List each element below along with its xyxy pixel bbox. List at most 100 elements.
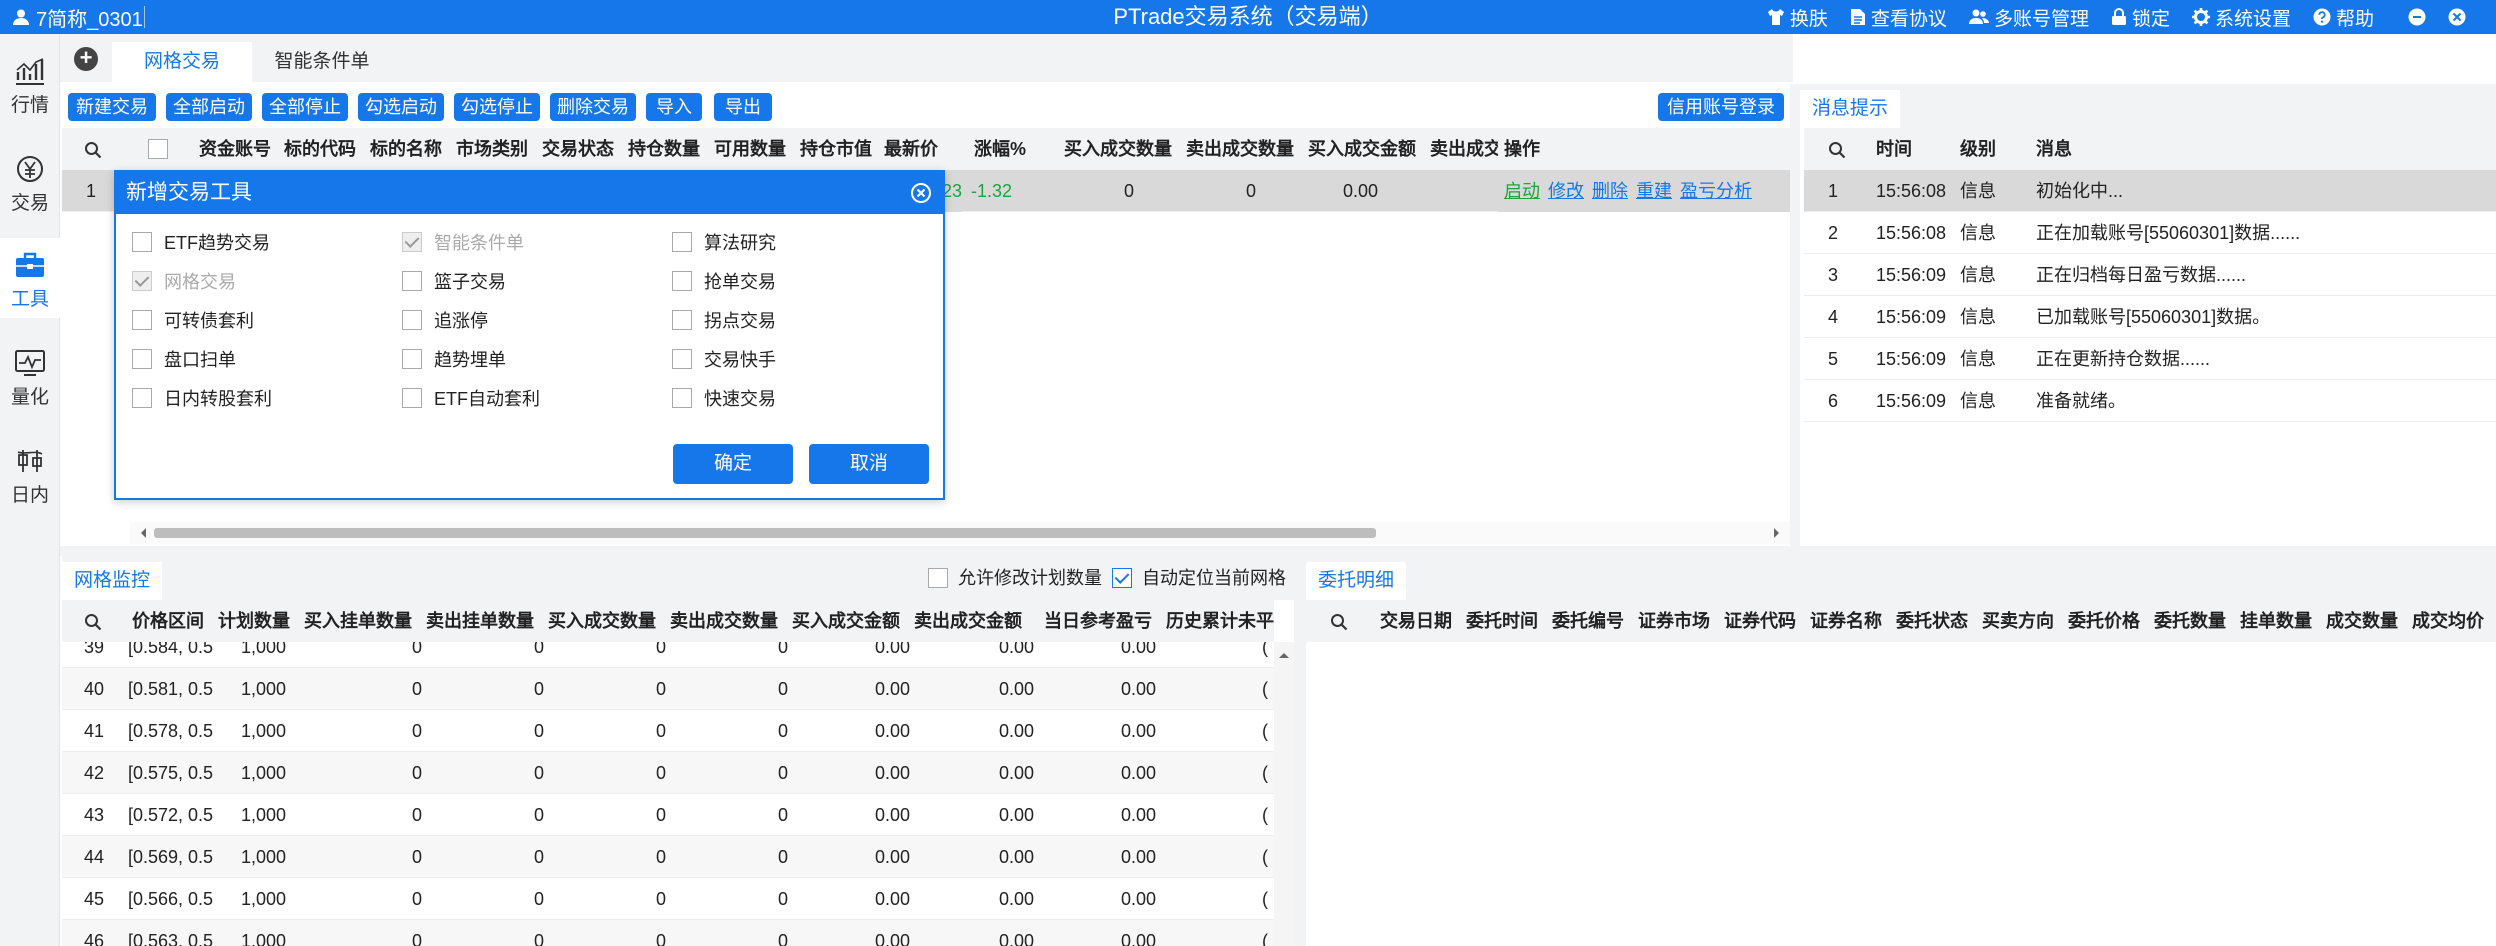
search-icon[interactable]	[1330, 613, 1348, 631]
stop-checked-button[interactable]: 勾选停止	[454, 93, 540, 121]
search-icon[interactable]	[1828, 141, 1846, 159]
tool-option[interactable]: 拐点交易	[672, 308, 776, 332]
grid-cell-sa: 0.00	[998, 642, 1034, 657]
tab-grid-monitor[interactable]: 网格监控	[62, 562, 163, 600]
grid-row[interactable]: 44 [0.569, 0.5 1,000 0 0 0 0 0.00 0.00 0.00(	[62, 836, 1274, 878]
scrollbar-thumb[interactable]	[154, 528, 1376, 538]
toolbox-icon	[16, 252, 44, 277]
message-row[interactable]: 4 15:56:09 信息 已加载账号[55060301]数据。	[1804, 296, 2496, 338]
menu-skin[interactable]: 换肤	[1767, 4, 1828, 31]
tool-option[interactable]: 智能条件单	[402, 230, 524, 254]
option-checkbox[interactable]	[402, 232, 422, 252]
option-checkbox[interactable]	[132, 271, 152, 291]
message-row[interactable]: 3 15:56:09 信息 正在归档每日盈亏数据......	[1804, 254, 2496, 296]
panel-divider	[1294, 556, 1306, 946]
minimize-button[interactable]	[2408, 8, 2426, 26]
tool-option[interactable]: 日内转股套利	[132, 386, 272, 410]
menu-multi-account[interactable]: 多账号管理	[1968, 4, 2089, 31]
tool-option[interactable]: 快速交易	[672, 386, 776, 410]
option-checkbox[interactable]	[672, 271, 692, 291]
sidebar-item-intraday[interactable]: 日内	[0, 434, 60, 514]
tool-option[interactable]: 算法研究	[672, 230, 776, 254]
start-all-button[interactable]: 全部启动	[166, 93, 252, 121]
tab-grid-trading[interactable]: 网格交易	[112, 42, 252, 82]
grid-row[interactable]: 40 [0.581, 0.5 1,000 0 0 0 0 0.00 0.00 0.00(	[62, 668, 1274, 710]
close-window-button[interactable]	[2448, 8, 2466, 26]
sidebar-item-trade[interactable]: 交易	[0, 142, 60, 222]
menu-lock[interactable]: 锁定	[2111, 4, 2170, 31]
message-row[interactable]: 5 15:56:09 信息 正在更新持仓数据......	[1804, 338, 2496, 380]
horizontal-scrollbar[interactable]	[130, 522, 1790, 544]
confirm-button[interactable]: 确定	[673, 444, 793, 484]
select-all-checkbox[interactable]	[148, 139, 168, 159]
grid-row[interactable]: 42 [0.575, 0.5 1,000 0 0 0 0 0.00 0.00 0.00(	[62, 752, 1274, 794]
option-checkbox[interactable]	[672, 349, 692, 369]
option-checkbox[interactable]	[132, 232, 152, 252]
tool-option[interactable]: 追涨停	[402, 308, 488, 332]
option-checkbox[interactable]	[672, 388, 692, 408]
cancel-button[interactable]: 取消	[809, 444, 929, 484]
tab-messages[interactable]: 消息提示	[1800, 90, 1901, 128]
option-checkbox[interactable]	[132, 310, 152, 330]
tool-option[interactable]: ETF趋势交易	[132, 230, 270, 254]
import-button[interactable]: 导入	[646, 93, 702, 121]
option-checkbox[interactable]	[402, 388, 422, 408]
option-checkbox[interactable]	[132, 388, 152, 408]
stop-all-button[interactable]: 全部停止	[262, 93, 348, 121]
vertical-scrollbar[interactable]	[1274, 642, 1294, 946]
menu-agreement[interactable]: 查看协议	[1850, 4, 1947, 31]
tab-order-details[interactable]: 委托明细	[1306, 562, 1407, 600]
search-icon[interactable]	[84, 141, 102, 159]
grid-row[interactable]: 46 [0.563, 0.5 1,000 0 0 0 0 0.00 0.00 0.00(	[62, 920, 1274, 946]
option-checkbox[interactable]	[132, 349, 152, 369]
grid-row[interactable]: 45 [0.566, 0.5 1,000 0 0 0 0 0.00 0.00 0.00(	[62, 878, 1274, 920]
allow-modify-checkbox[interactable]	[928, 568, 948, 588]
change-cell: -1.32	[970, 181, 1012, 201]
scroll-right-arrow-icon[interactable]	[1774, 528, 1784, 538]
scroll-left-arrow-icon[interactable]	[136, 528, 146, 538]
grid-row[interactable]: 39 [0.584, 0.5 1,000 0 0 0 0 0.00 0.00 0.00(	[62, 642, 1274, 668]
add-tab-button[interactable]: +	[74, 47, 98, 71]
modify-link[interactable]: 修改	[1548, 170, 1584, 212]
menu-help[interactable]: 帮助	[2313, 4, 2374, 31]
tool-option[interactable]: 篮子交易	[402, 269, 506, 293]
grid-row[interactable]: 41 [0.578, 0.5 1,000 0 0 0 0 0.00 0.00 0.00(	[62, 710, 1274, 752]
delete-link[interactable]: 删除	[1592, 170, 1628, 212]
message-row[interactable]: 2 15:56:08 信息 正在加载账号[55060301]数据......	[1804, 212, 2496, 254]
pnl-analysis-link[interactable]: 盈亏分析	[1680, 170, 1752, 212]
sidebar-item-tools[interactable]: 工具	[0, 238, 60, 318]
scroll-up-arrow-icon[interactable]	[1279, 648, 1289, 658]
rebuild-link[interactable]: 重建	[1636, 170, 1672, 212]
new-trade-button[interactable]: 新建交易	[68, 93, 156, 121]
message-row[interactable]: 6 15:56:09 信息 准备就绪。	[1804, 380, 2496, 422]
grid-cell-bpo: 0	[411, 847, 422, 867]
search-icon[interactable]	[84, 613, 102, 631]
menu-settings[interactable]: 系统设置	[2191, 4, 2291, 31]
start-link[interactable]: 启动	[1504, 170, 1540, 212]
grid-row[interactable]: 43 [0.572, 0.5 1,000 0 0 0 0 0.00 0.00 0.00(	[62, 794, 1274, 836]
dialog-close-button[interactable]	[911, 183, 931, 203]
option-checkbox[interactable]	[672, 232, 692, 252]
tab-smart-condition[interactable]: 智能条件单	[252, 42, 392, 82]
credit-login-button[interactable]: 信用账号登录	[1658, 93, 1784, 121]
start-checked-button[interactable]: 勾选启动	[358, 93, 444, 121]
auto-locate-checkbox[interactable]	[1112, 568, 1132, 588]
export-button[interactable]: 导出	[714, 93, 772, 121]
option-checkbox[interactable]	[402, 271, 422, 291]
message-row[interactable]: 1 15:56:08 信息 初始化中...	[1804, 170, 2496, 212]
sell-qty-cell: 0	[1245, 181, 1256, 201]
tool-option[interactable]: 交易快手	[672, 347, 776, 371]
option-checkbox[interactable]	[672, 310, 692, 330]
tool-option[interactable]: ETF自动套利	[402, 386, 540, 410]
option-checkbox[interactable]	[402, 349, 422, 369]
tool-option[interactable]: 趋势埋单	[402, 347, 506, 371]
sidebar-item-market[interactable]: 行情	[0, 44, 60, 124]
tool-option[interactable]: 可转债套利	[132, 308, 254, 332]
tool-option[interactable]: 盘口扫单	[132, 347, 236, 371]
sidebar-item-quant[interactable]: 量化	[0, 336, 60, 416]
option-checkbox[interactable]	[402, 310, 422, 330]
delete-trade-button[interactable]: 删除交易	[550, 93, 636, 121]
tool-option[interactable]: 网格交易	[132, 269, 236, 293]
sidebar-item-label: 日内	[10, 485, 49, 506]
tool-option[interactable]: 抢单交易	[672, 269, 776, 293]
